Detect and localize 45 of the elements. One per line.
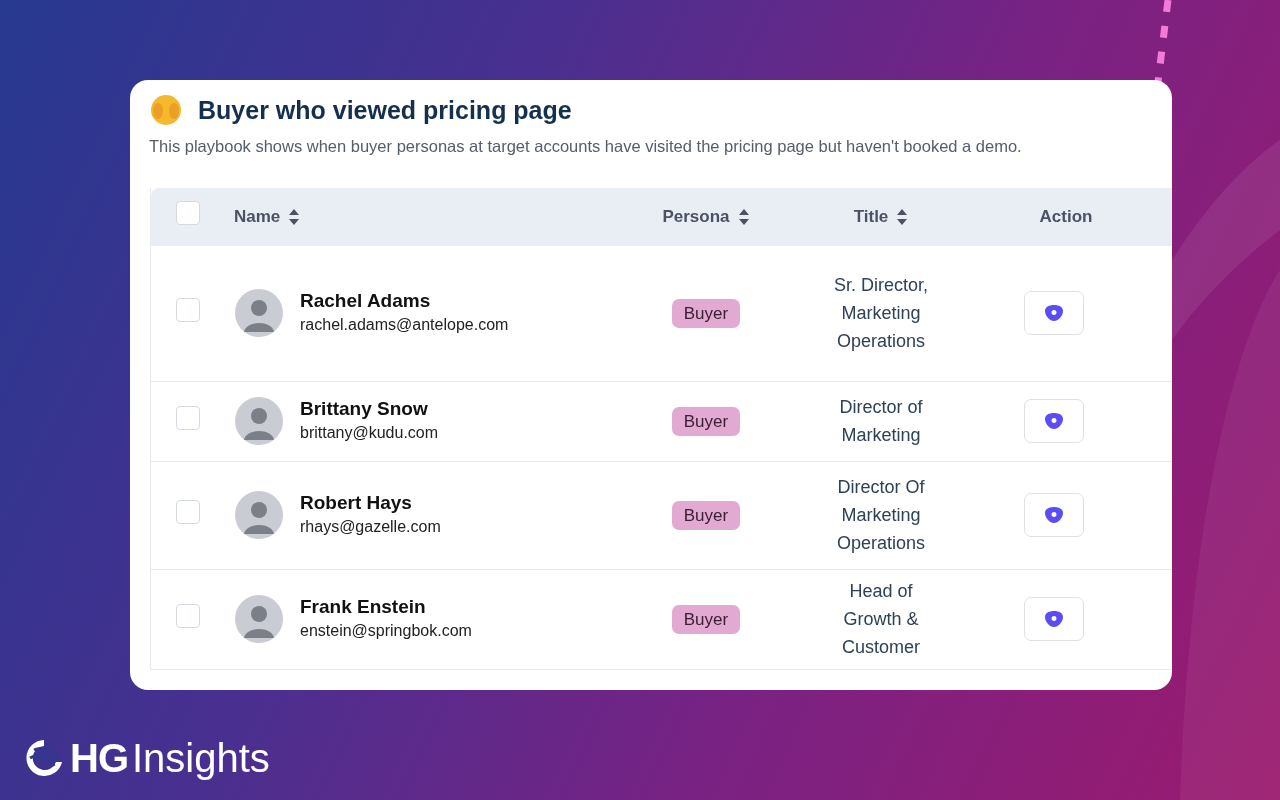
checkbox[interactable] (176, 297, 200, 322)
person-email: brittany@kudu.com (300, 422, 439, 443)
avatar (234, 490, 284, 541)
checkbox[interactable] (176, 201, 200, 226)
logo-text: HG (70, 735, 128, 782)
sort-icon[interactable] (288, 207, 301, 226)
avatar (234, 396, 284, 447)
logo-text: Insights (132, 735, 270, 782)
card-title: Buyer who viewed pricing page (198, 95, 572, 125)
person-email: enstein@springbok.com (300, 620, 472, 641)
column-header[interactable]: Persona (662, 204, 730, 230)
person-name: Frank Enstein (300, 595, 427, 619)
avatar (234, 288, 284, 339)
person-name: Rachel Adams (300, 289, 432, 313)
column-header[interactable]: Name (234, 204, 281, 230)
checkbox[interactable] (176, 603, 200, 628)
job-title: Director Of Marketing Operations (835, 476, 927, 556)
emoji-icon (150, 94, 182, 126)
ring-icon (1044, 610, 1064, 629)
checkbox[interactable] (176, 499, 200, 524)
job-title: Director of Marketing (838, 396, 924, 448)
person-email: rachel.adams@antelope.com (300, 314, 509, 335)
ring-icon (1044, 412, 1064, 431)
action-button[interactable] (1024, 291, 1084, 336)
job-title: Head of Growth & Customer (841, 580, 921, 660)
ring-icon (1044, 506, 1064, 525)
action-button[interactable] (1024, 493, 1084, 538)
persona-tag: Buyer (671, 406, 741, 436)
ring-icon (1044, 304, 1064, 323)
card-description: This playbook shows when buyer personas at target accounts have visited the pricing page but haven't booked a demo. (149, 136, 1023, 157)
person-name: Robert Hays (300, 491, 413, 515)
person-email: rhays@gazelle.com (300, 516, 441, 537)
job-title: Sr. Director, Marketing Operations (833, 274, 929, 354)
checkbox[interactable] (176, 405, 200, 430)
sort-icon[interactable] (737, 207, 750, 226)
person-name: Brittany Snow (300, 397, 429, 421)
persona-tag: Buyer (671, 500, 741, 530)
avatar (234, 594, 284, 645)
column-header[interactable]: Title (853, 204, 889, 230)
persona-tag: Buyer (671, 604, 741, 634)
action-button[interactable] (1024, 399, 1084, 444)
sort-icon[interactable] (896, 207, 909, 226)
column-header: Action (1039, 206, 1093, 228)
persona-tag: Buyer (671, 298, 741, 328)
action-button[interactable] (1024, 597, 1084, 642)
